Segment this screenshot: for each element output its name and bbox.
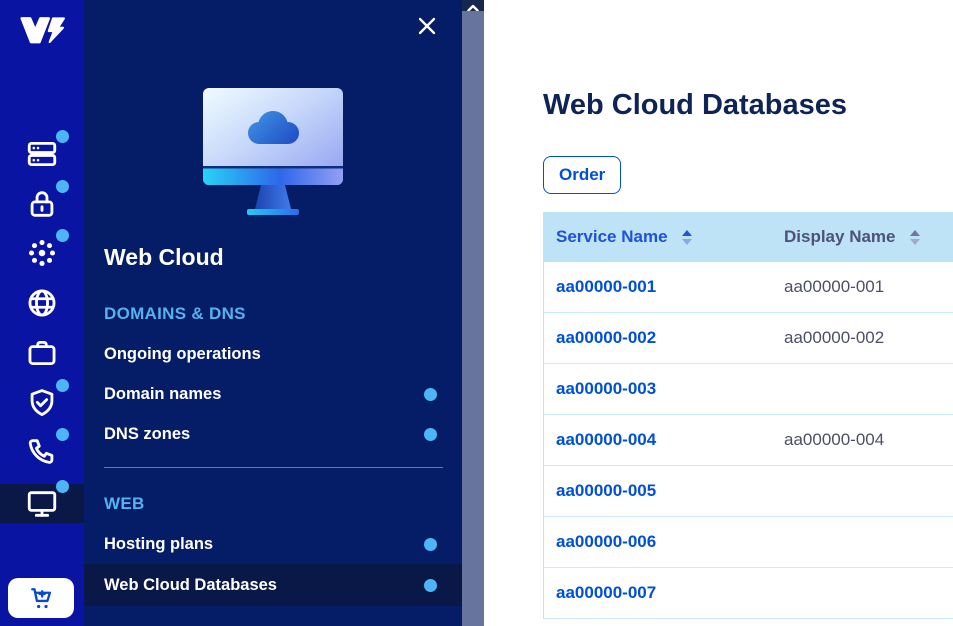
menu-item-web-cloud-databases[interactable]: Web Cloud Databases: [84, 564, 462, 606]
notification-dot: [56, 428, 69, 441]
lock-icon[interactable]: [25, 187, 59, 221]
menu-divider: [104, 467, 443, 468]
globe-icon[interactable]: [25, 286, 59, 320]
chevron-up-icon: [466, 2, 480, 12]
display-name-value: aa00000-002: [784, 328, 884, 347]
ovhcloud-logo-icon[interactable]: [15, 10, 69, 52]
menu-item-label: Domain names: [104, 385, 221, 404]
display-name-value: aa00000-001: [784, 277, 884, 296]
service-name-link[interactable]: aa00000-005: [556, 481, 656, 500]
service-name-link[interactable]: aa00000-003: [556, 379, 656, 398]
servers-icon[interactable]: [25, 137, 59, 171]
table-row: aa00000-004 aa00000-004: [544, 415, 953, 466]
table-header-row: Service Name Display Name: [544, 212, 953, 262]
menu-item-label: Hosting plans: [104, 535, 213, 554]
display-name-value: aa00000-004: [784, 430, 884, 449]
flyout-title: Web Cloud: [104, 244, 462, 271]
menu-item-label: Web Cloud Databases: [104, 576, 277, 595]
notification-dot: [424, 579, 437, 592]
notification-dot: [56, 180, 69, 193]
table-row: aa00000-001 aa00000-001: [544, 262, 953, 313]
order-button[interactable]: Order: [543, 156, 621, 194]
web-cloud-flyout-panel: Web Cloud DOMAINS & DNS Ongoing operatio…: [84, 0, 462, 626]
menu-item-hosting-plans[interactable]: Hosting plans: [84, 524, 462, 564]
notification-dot: [424, 388, 437, 401]
column-header-display-name[interactable]: Display Name: [772, 227, 920, 247]
app-window: Web Cloud DOMAINS & DNS Ongoing operatio…: [0, 0, 953, 626]
notification-dot: [56, 379, 69, 392]
sort-icon: [910, 230, 920, 245]
service-name-link[interactable]: aa00000-002: [556, 328, 656, 347]
order-cart-button[interactable]: [8, 578, 74, 618]
briefcase-icon[interactable]: [25, 336, 59, 370]
main-content: Web Cloud Databases Order Service Name D…: [484, 0, 953, 626]
table-row: aa00000-006: [544, 517, 953, 568]
notification-dot: [424, 538, 437, 551]
table-row: aa00000-003: [544, 364, 953, 415]
section-label-web: WEB: [104, 494, 437, 514]
table-row: aa00000-005: [544, 466, 953, 517]
scroll-up-button[interactable]: [462, 0, 484, 11]
table-row: aa00000-007: [544, 568, 953, 619]
column-header-service-name[interactable]: Service Name: [544, 227, 772, 247]
web-cloud-monitor-illustration: [198, 88, 348, 218]
service-name-link[interactable]: aa00000-007: [556, 583, 656, 602]
flyout-menu: DOMAINS & DNS Ongoing operations Domain …: [84, 304, 462, 606]
databases-table: Service Name Display Name aa00000-001 aa…: [543, 212, 953, 619]
cart-plus-icon: [27, 584, 55, 612]
table-row: aa00000-002 aa00000-002: [544, 313, 953, 364]
notification-dot: [424, 428, 437, 441]
icon-sidebar: [0, 0, 84, 626]
network-hub-icon[interactable]: [25, 236, 59, 270]
notification-dot: [56, 130, 69, 143]
column-label: Display Name: [784, 227, 896, 247]
shield-check-icon[interactable]: [25, 386, 59, 420]
service-name-link[interactable]: aa00000-006: [556, 532, 656, 551]
service-name-link[interactable]: aa00000-004: [556, 430, 656, 449]
close-icon[interactable]: [413, 13, 441, 41]
menu-item-dns-zones[interactable]: DNS zones: [84, 414, 462, 454]
flyout-scrollbar[interactable]: [462, 0, 484, 626]
phone-icon[interactable]: [25, 435, 59, 469]
section-label-domains-dns: DOMAINS & DNS: [104, 304, 437, 324]
sort-icon: [682, 230, 692, 245]
menu-item-ongoing-operations[interactable]: Ongoing operations: [84, 334, 462, 374]
page-title: Web Cloud Databases: [543, 86, 953, 124]
menu-item-domain-names[interactable]: Domain names: [84, 374, 462, 414]
web-cloud-monitor-icon[interactable]: [25, 487, 59, 521]
notification-dot: [56, 480, 69, 493]
column-label: Service Name: [556, 227, 668, 247]
menu-item-label: DNS zones: [104, 425, 190, 444]
service-name-link[interactable]: aa00000-001: [556, 277, 656, 296]
notification-dot: [56, 229, 69, 242]
menu-item-label: Ongoing operations: [104, 345, 261, 364]
